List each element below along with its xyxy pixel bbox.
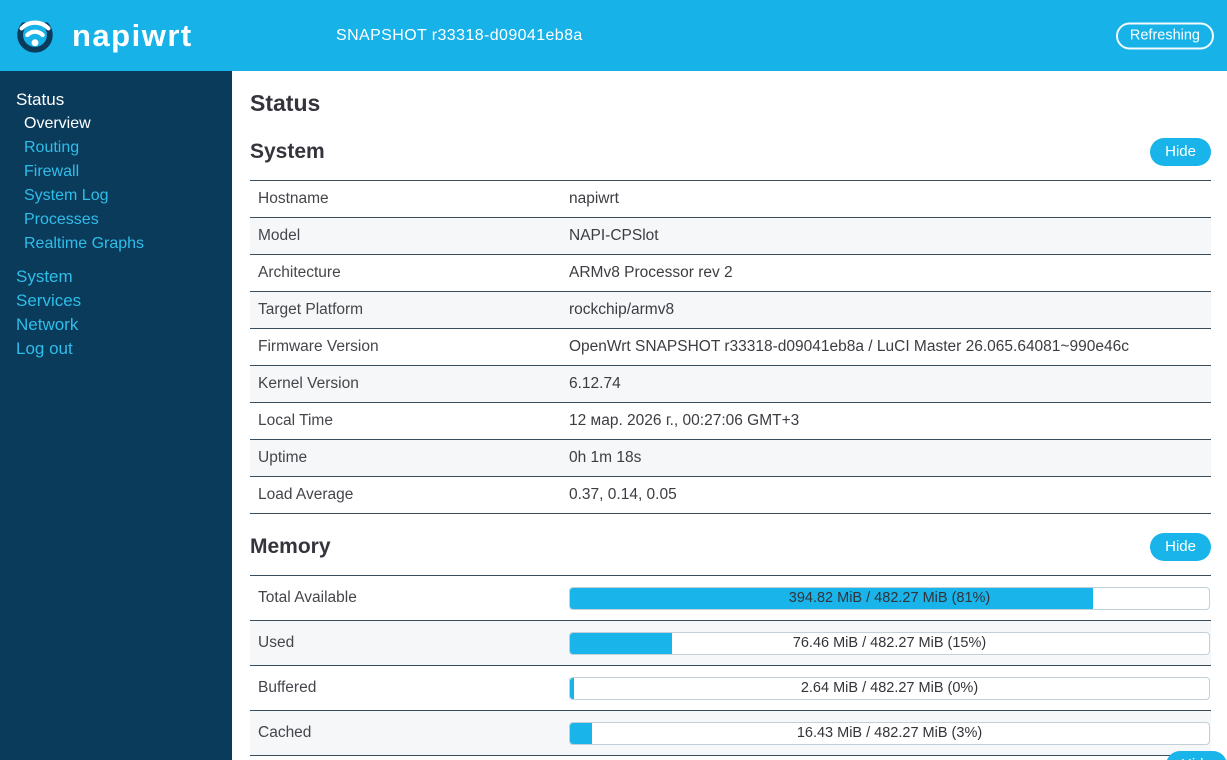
progress-text: 394.82 MiB / 482.27 MiB (81%) <box>788 589 991 606</box>
sidebar-item-network[interactable]: Network <box>0 313 232 337</box>
table-row: Total Available 394.82 MiB / 482.27 MiB … <box>250 576 1211 621</box>
table-row: Local Time 12 мар. 2026 г., 00:27:06 GMT… <box>250 403 1211 440</box>
sidebar-item-system[interactable]: System <box>0 265 232 289</box>
table-row: Model NAPI-CPSlot <box>250 218 1211 255</box>
table-row: Buffered 2.64 MiB / 482.27 MiB (0%) <box>250 666 1211 711</box>
row-value: 0.37, 0.14, 0.05 <box>569 486 677 503</box>
row-label: Firmware Version <box>258 338 379 355</box>
brand-name: napiwrt <box>72 17 193 53</box>
wifi-logo-icon <box>17 20 53 53</box>
table-row: Firmware Version OpenWrt SNAPSHOT r33318… <box>250 329 1211 366</box>
system-section: System Hide Hostname napiwrt Model NAPI-… <box>250 138 1211 514</box>
row-label: Cached <box>258 724 312 741</box>
system-hide-button[interactable]: Hide <box>1150 138 1211 166</box>
row-label: Architecture <box>258 264 341 281</box>
memory-table: Total Available 394.82 MiB / 482.27 MiB … <box>250 575 1211 756</box>
memory-progress-bar: 394.82 MiB / 482.27 MiB (81%) <box>569 586 1210 610</box>
system-section-title: System <box>250 140 325 163</box>
memory-section-title: Memory <box>250 535 331 558</box>
row-label: Uptime <box>258 449 308 466</box>
table-row: Cached 16.43 MiB / 482.27 MiB (3%) <box>250 711 1211 756</box>
sidebar-item-processes[interactable]: Processes <box>0 208 232 232</box>
table-row: Architecture ARMv8 Processor rev 2 <box>250 255 1211 292</box>
progress-text: 76.46 MiB / 482.27 MiB (15%) <box>792 634 987 651</box>
sidebar-item-status[interactable]: Status <box>0 88 232 112</box>
row-label: Total Available <box>258 589 357 606</box>
row-value: 12 мар. 2026 г., 00:27:06 GMT+3 <box>569 412 800 429</box>
row-value: OpenWrt SNAPSHOT r33318-d09041eb8a / LuC… <box>569 338 1129 355</box>
memory-progress-bar: 16.43 MiB / 482.27 MiB (3%) <box>569 721 1210 745</box>
row-value: NAPI-CPSlot <box>569 227 659 244</box>
row-label: Used <box>258 634 295 651</box>
main-content: Status System Hide Hostname napiwrt Mode… <box>232 71 1227 760</box>
firmware-snapshot-title: SNAPSHOT r33318-d09041eb8a <box>336 26 583 44</box>
table-row: Uptime 0h 1m 18s <box>250 440 1211 477</box>
sidebar-item-system-log[interactable]: System Log <box>0 184 232 208</box>
table-row: Load Average 0.37, 0.14, 0.05 <box>250 477 1211 514</box>
sidebar-item-realtime-graphs[interactable]: Realtime Graphs <box>0 232 232 256</box>
memory-hide-button[interactable]: Hide <box>1150 533 1211 561</box>
row-label: Hostname <box>258 190 329 207</box>
progress-text: 2.64 MiB / 482.27 MiB (0%) <box>800 679 979 696</box>
row-label: Local Time <box>258 412 333 429</box>
system-info-table: Hostname napiwrt Model NAPI-CPSlot Archi… <box>250 180 1211 514</box>
memory-section: Memory Hide Total Available 394.82 MiB /… <box>250 533 1211 756</box>
sidebar-item-logout[interactable]: Log out <box>0 337 232 361</box>
progress-text: 16.43 MiB / 482.27 MiB (3%) <box>796 724 983 741</box>
sidebar-item-overview[interactable]: Overview <box>0 112 232 136</box>
sidebar-item-routing[interactable]: Routing <box>0 136 232 160</box>
memory-progress-bar: 76.46 MiB / 482.27 MiB (15%) <box>569 631 1210 655</box>
sidebar-item-services[interactable]: Services <box>0 289 232 313</box>
page-title: Status <box>250 90 321 116</box>
logo: napiwrt <box>12 13 193 59</box>
table-row: Used 76.46 MiB / 482.27 MiB (15%) <box>250 621 1211 666</box>
refreshing-indicator[interactable]: Refreshing <box>1115 22 1214 49</box>
row-label: Kernel Version <box>258 375 359 392</box>
header: napiwrt SNAPSHOT r33318-d09041eb8a Refre… <box>0 0 1227 71</box>
table-row: Hostname napiwrt <box>250 181 1211 218</box>
row-label: Model <box>258 227 301 244</box>
row-label: Target Platform <box>258 301 364 318</box>
row-label: Load Average <box>258 486 354 503</box>
memory-progress-bar: 2.64 MiB / 482.27 MiB (0%) <box>569 676 1210 700</box>
row-value: 0h 1m 18s <box>569 449 642 466</box>
row-value: 6.12.74 <box>569 375 621 392</box>
next-section-hide-button[interactable]: Hide <box>1166 751 1227 760</box>
table-row: Target Platform rockchip/armv8 <box>250 292 1211 329</box>
sidebar-item-firewall[interactable]: Firewall <box>0 160 232 184</box>
row-value: rockchip/armv8 <box>569 301 675 318</box>
table-row: Kernel Version 6.12.74 <box>250 366 1211 403</box>
row-value: napiwrt <box>569 190 619 207</box>
sidebar: Status Overview Routing Firewall System … <box>0 71 232 760</box>
row-label: Buffered <box>258 679 317 696</box>
row-value: ARMv8 Processor rev 2 <box>569 264 733 281</box>
